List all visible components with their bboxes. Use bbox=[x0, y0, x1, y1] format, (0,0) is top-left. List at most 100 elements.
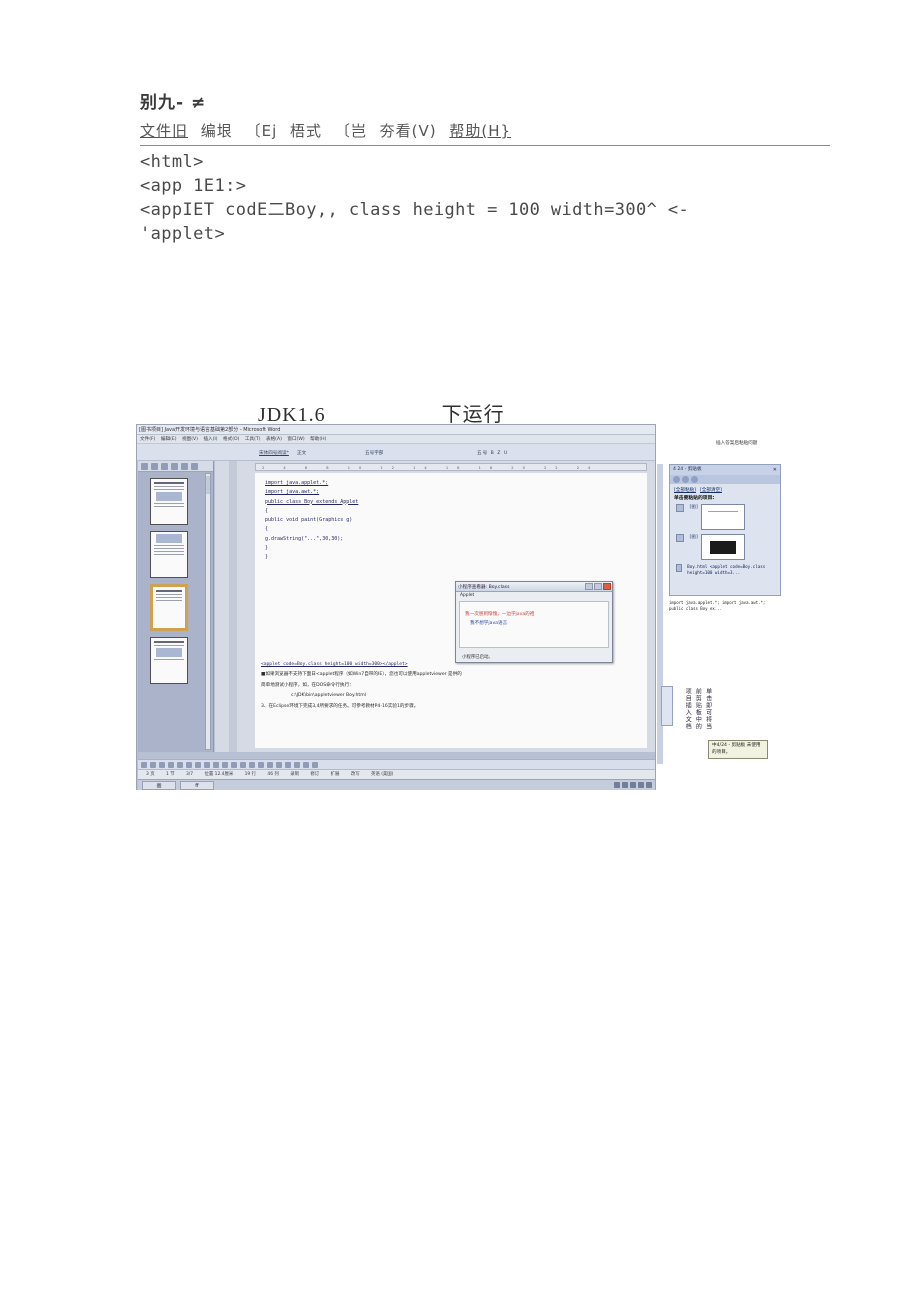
thumb-icon-3[interactable] bbox=[161, 462, 168, 470]
java-line-7: g.drawString("...",30,30); bbox=[265, 535, 344, 542]
taskbar-item-ff[interactable]: ff bbox=[180, 780, 214, 790]
fill-color-icon[interactable] bbox=[249, 761, 255, 768]
callout-tooltip: 中4/24 - 剪贴板 未使用的项目。 bbox=[708, 740, 768, 760]
clipboard-item-list: [图] [图] Boy.html <applet code=Boy.class … bbox=[670, 501, 780, 576]
italic-button[interactable]: Z bbox=[497, 451, 501, 456]
paste-all-button[interactable]: [全部粘贴] bbox=[674, 487, 696, 493]
draw-menu-icon[interactable] bbox=[141, 761, 147, 768]
status-pagecount: 3/7 bbox=[186, 772, 194, 777]
wordart-icon[interactable] bbox=[213, 761, 219, 768]
clipboard-buttons: [全部粘贴] [全部清空] bbox=[670, 484, 780, 494]
java-line-2: import java.awt.*; bbox=[265, 489, 320, 496]
word-menu-window[interactable]: 窗口(W) bbox=[287, 437, 304, 442]
line-icon[interactable] bbox=[168, 761, 174, 768]
word-menu-table[interactable]: 表格(A) bbox=[266, 437, 282, 442]
menu-item-format[interactable]: 梧式 bbox=[290, 122, 322, 140]
font-color-icon[interactable] bbox=[267, 761, 273, 768]
menu-item-o[interactable]: 〔岂 bbox=[335, 122, 367, 140]
autoshapes-icon[interactable] bbox=[159, 761, 165, 768]
rectangle-icon[interactable] bbox=[186, 761, 192, 768]
menu-item-e[interactable]: 〔Ej bbox=[246, 122, 278, 140]
doc-step-3: 3、在Eclipse环境下完成3,4所要求的任务。可参考教材P4-16实验1的步… bbox=[261, 703, 419, 709]
word-menu-edit[interactable]: 编辑(E) bbox=[161, 437, 177, 442]
menu-item-file[interactable]: 文件旧 bbox=[140, 122, 188, 140]
thumb-icon-4[interactable] bbox=[171, 462, 178, 470]
tray-icon-1[interactable] bbox=[614, 782, 620, 788]
tray-icon-4[interactable] bbox=[638, 782, 644, 788]
maximize-icon[interactable] bbox=[594, 583, 602, 590]
word-formatting-toolbar: 宋体四号阅读* 正文 五号字部 五号 B Z U bbox=[137, 444, 655, 461]
word-menu-insert[interactable]: 插入(I) bbox=[203, 437, 217, 442]
shadow-style-icon[interactable] bbox=[303, 761, 309, 768]
word-menu-file[interactable]: 文件(F) bbox=[140, 437, 155, 442]
status-mode-extend[interactable]: 扩展 bbox=[331, 772, 340, 777]
word-menu-tools[interactable]: 工具(T) bbox=[245, 437, 261, 442]
document-pane[interactable]: 2 4 6 8 10 12 14 16 18 20 22 24 import j… bbox=[215, 461, 655, 752]
select-arrow-icon[interactable] bbox=[150, 761, 156, 768]
thumb-icon-5[interactable] bbox=[181, 462, 188, 470]
line-style-icon[interactable] bbox=[276, 761, 282, 768]
status-mode-revise[interactable]: 修订 bbox=[310, 772, 319, 777]
line-color-icon[interactable] bbox=[258, 761, 264, 768]
menu-item-help[interactable]: 帮助(H} bbox=[449, 122, 511, 140]
thumb-icon-1[interactable] bbox=[141, 462, 148, 470]
clipart-icon[interactable] bbox=[231, 761, 237, 768]
forward-icon[interactable] bbox=[682, 476, 689, 483]
thumbnail-page-2[interactable]: 2 bbox=[150, 531, 188, 578]
thumb-icon-6[interactable] bbox=[191, 462, 198, 470]
applet-menu[interactable]: Applet bbox=[456, 592, 612, 600]
applet-viewer-window[interactable]: 小程序查看器: Boy.class Applet 我一次感到惭愧，一边学java… bbox=[455, 581, 613, 663]
thumbnail-page-1[interactable]: 1 bbox=[150, 478, 188, 525]
tray-icon-3[interactable] bbox=[630, 782, 636, 788]
word-menu-help[interactable]: 帮助(H) bbox=[310, 437, 326, 442]
font-size-box[interactable]: 五号 bbox=[477, 451, 488, 456]
thumb-icon-2[interactable] bbox=[151, 462, 158, 470]
textbox-icon[interactable] bbox=[204, 761, 210, 768]
diagram-icon[interactable] bbox=[222, 761, 228, 768]
thumbnail-scrollbar[interactable] bbox=[205, 473, 211, 750]
dash-style-icon[interactable] bbox=[285, 761, 291, 768]
font-name-box[interactable]: 五号字部 bbox=[365, 450, 383, 456]
picture-icon[interactable] bbox=[240, 761, 246, 768]
java-line-3: public class Boy extends Applet bbox=[265, 498, 359, 505]
clipboard-item-1[interactable]: [图] bbox=[676, 504, 780, 530]
3d-style-icon[interactable] bbox=[312, 761, 318, 768]
word-menu-format[interactable]: 格式(O) bbox=[223, 437, 239, 442]
menu-item-edit[interactable]: 编垠 bbox=[201, 122, 233, 140]
document-page[interactable]: import java.applet.*; import java.awt.*;… bbox=[255, 473, 647, 748]
style-dropdown[interactable]: 宋体四号阅读* bbox=[259, 450, 289, 456]
bold-button[interactable]: B bbox=[491, 451, 495, 456]
clipboard-task-pane[interactable]: 4 24 - 剪贴板 ✕ [全部粘贴] [全部清空] 单击要粘贴的项目: [图]… bbox=[669, 464, 781, 596]
clipboard-item-3[interactable]: Boy.html <applet code=Boy.class height=1… bbox=[676, 564, 780, 576]
thumbnail-page-4[interactable]: 4 bbox=[150, 637, 188, 684]
minimize-icon[interactable] bbox=[585, 583, 593, 590]
style-value[interactable]: 正文 bbox=[297, 450, 306, 456]
java-source-code: import java.applet.*; import java.awt.*;… bbox=[265, 479, 358, 562]
tray-icon-5[interactable] bbox=[646, 782, 652, 788]
word-menu-view[interactable]: 视图(V) bbox=[182, 437, 198, 442]
status-mode-record[interactable]: 录制 bbox=[290, 772, 299, 777]
vertical-ruler bbox=[229, 461, 237, 752]
horizontal-ruler: 2 4 6 8 10 12 14 16 18 20 22 24 bbox=[255, 463, 647, 471]
embedded-screenshot: [图书项目] Java开发环境与语言基础第2部分 - Microsoft Wor… bbox=[136, 424, 785, 790]
close-icon[interactable] bbox=[603, 583, 611, 590]
oval-icon[interactable] bbox=[195, 761, 201, 768]
clear-all-button[interactable]: [全部清空] bbox=[700, 487, 722, 493]
home-icon[interactable] bbox=[691, 476, 698, 483]
thumbnail-pane[interactable]: 1 2 3 4 bbox=[138, 461, 214, 752]
topright-note: 插入答案后粘贴问题 bbox=[716, 441, 758, 446]
arrow-style-icon[interactable] bbox=[294, 761, 300, 768]
doc-bullet-1b: 简单地测试小程序，如，在DOS命令行执行： bbox=[261, 682, 354, 688]
status-line: 19 行 bbox=[244, 772, 257, 777]
taskbar-item-paint[interactable]: 画 bbox=[142, 780, 176, 790]
tray-icon-2[interactable] bbox=[622, 782, 628, 788]
close-pane-icon[interactable]: ✕ bbox=[773, 465, 780, 475]
status-mode-overwrite[interactable]: 改写 bbox=[351, 772, 360, 777]
menu-item-view[interactable]: 夯看(V) bbox=[380, 122, 437, 140]
arrow-icon[interactable] bbox=[177, 761, 183, 768]
underline-button[interactable]: U bbox=[504, 451, 508, 456]
word-body: 1 2 3 4 bbox=[137, 461, 655, 790]
back-icon[interactable] bbox=[673, 476, 680, 483]
thumbnail-page-3[interactable]: 3 bbox=[150, 584, 188, 631]
clipboard-item-2[interactable]: [图] bbox=[676, 534, 780, 560]
